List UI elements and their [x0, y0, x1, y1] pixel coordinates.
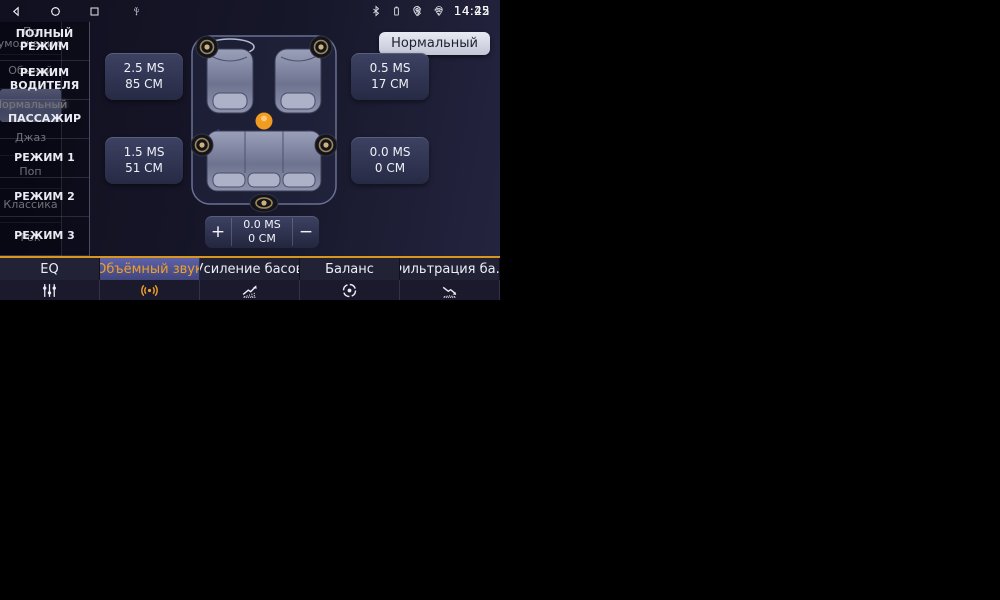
adjuster-cm: 0 CM [248, 232, 276, 246]
front-left-delay[interactable]: 2.5 MS 85 CM [105, 53, 183, 100]
rear-right-delay[interactable]: 0.0 MS 0 CM [351, 137, 429, 184]
tab-filter-icon[interactable] [400, 280, 500, 300]
sound-tabs: EQОбъёмный звукУсиление басовБалансФильт… [0, 256, 500, 300]
listening-mode-sidebar: ПОЛНЫЙ РЕЖИМРЕЖИМ ВОДИТЕЛЯПАССАЖИРРЕЖИМ … [0, 22, 90, 256]
delay-cm: 85 CM [125, 78, 163, 91]
wifi-icon [432, 5, 445, 17]
increase-delay-button[interactable]: + [205, 222, 231, 242]
tab-filter[interactable]: Фильтрация ба... [400, 258, 500, 280]
delay-ms: 1.5 MS [124, 146, 165, 159]
rear-bench [207, 131, 321, 191]
listening-mode-item[interactable]: РЕЖИМ 3 [0, 217, 89, 256]
surround-status-bar: 14:25 [0, 0, 500, 22]
nav-recents-icon[interactable] [88, 5, 101, 18]
clock: 14:25 [454, 4, 490, 18]
delay-cm: 17 CM [371, 78, 409, 91]
delay-adjuster: + 0.0 MS 0 CM − [205, 216, 319, 248]
tab-bass-boost[interactable]: Усиление басов [200, 258, 300, 280]
delay-cm: 51 CM [125, 162, 163, 175]
tab-surround-sound-icon[interactable] [100, 280, 200, 300]
bluetooth-icon [370, 5, 382, 17]
delay-ms: 2.5 MS [124, 62, 165, 75]
front-right-delay[interactable]: 0.5 MS 17 CM [351, 53, 429, 100]
nav-back-icon[interactable] [10, 5, 23, 18]
tab-eq-icon[interactable] [0, 280, 100, 300]
listening-mode-item[interactable]: РЕЖИМ 1 [0, 139, 89, 178]
listening-mode-item[interactable]: ПОЛНЫЙ РЕЖИМ [0, 22, 89, 61]
sound-profile-button[interactable]: Нормальный [379, 32, 490, 55]
listening-mode-item[interactable]: РЕЖИМ 2 [0, 178, 89, 217]
decrease-delay-button[interactable]: − [293, 222, 319, 242]
listening-mode-item[interactable]: ПАССАЖИР [0, 100, 89, 139]
car-cabin-map [185, 33, 343, 217]
tab-label-row: EQОбъёмный звукУсиление басовБалансФильт… [0, 258, 500, 280]
nav-home-icon[interactable] [49, 5, 62, 18]
location-icon [411, 5, 423, 17]
tab-surround-sound[interactable]: Объёмный звук [100, 258, 200, 280]
adjuster-ms: 0.0 MS [243, 218, 280, 232]
surround-sound-screen: 14:25 ПОЛНЫЙ РЕЖИМРЕЖИМ ВОДИТЕЛЯПАССАЖИР… [0, 0, 500, 300]
delay-ms: 0.5 MS [370, 62, 411, 75]
delay-cm: 0 CM [375, 162, 405, 175]
tab-eq[interactable]: EQ [0, 258, 100, 280]
delay-ms: 0.0 MS [370, 146, 411, 159]
rear-left-delay[interactable]: 1.5 MS 51 CM [105, 137, 183, 184]
tab-bass-boost-icon[interactable] [200, 280, 300, 300]
listening-mode-item[interactable]: РЕЖИМ ВОДИТЕЛЯ [0, 61, 89, 100]
tab-icon-row [0, 280, 500, 300]
battery-icon [391, 5, 402, 17]
tab-balance-icon[interactable] [300, 280, 400, 300]
tab-balance[interactable]: Баланс [300, 258, 400, 280]
